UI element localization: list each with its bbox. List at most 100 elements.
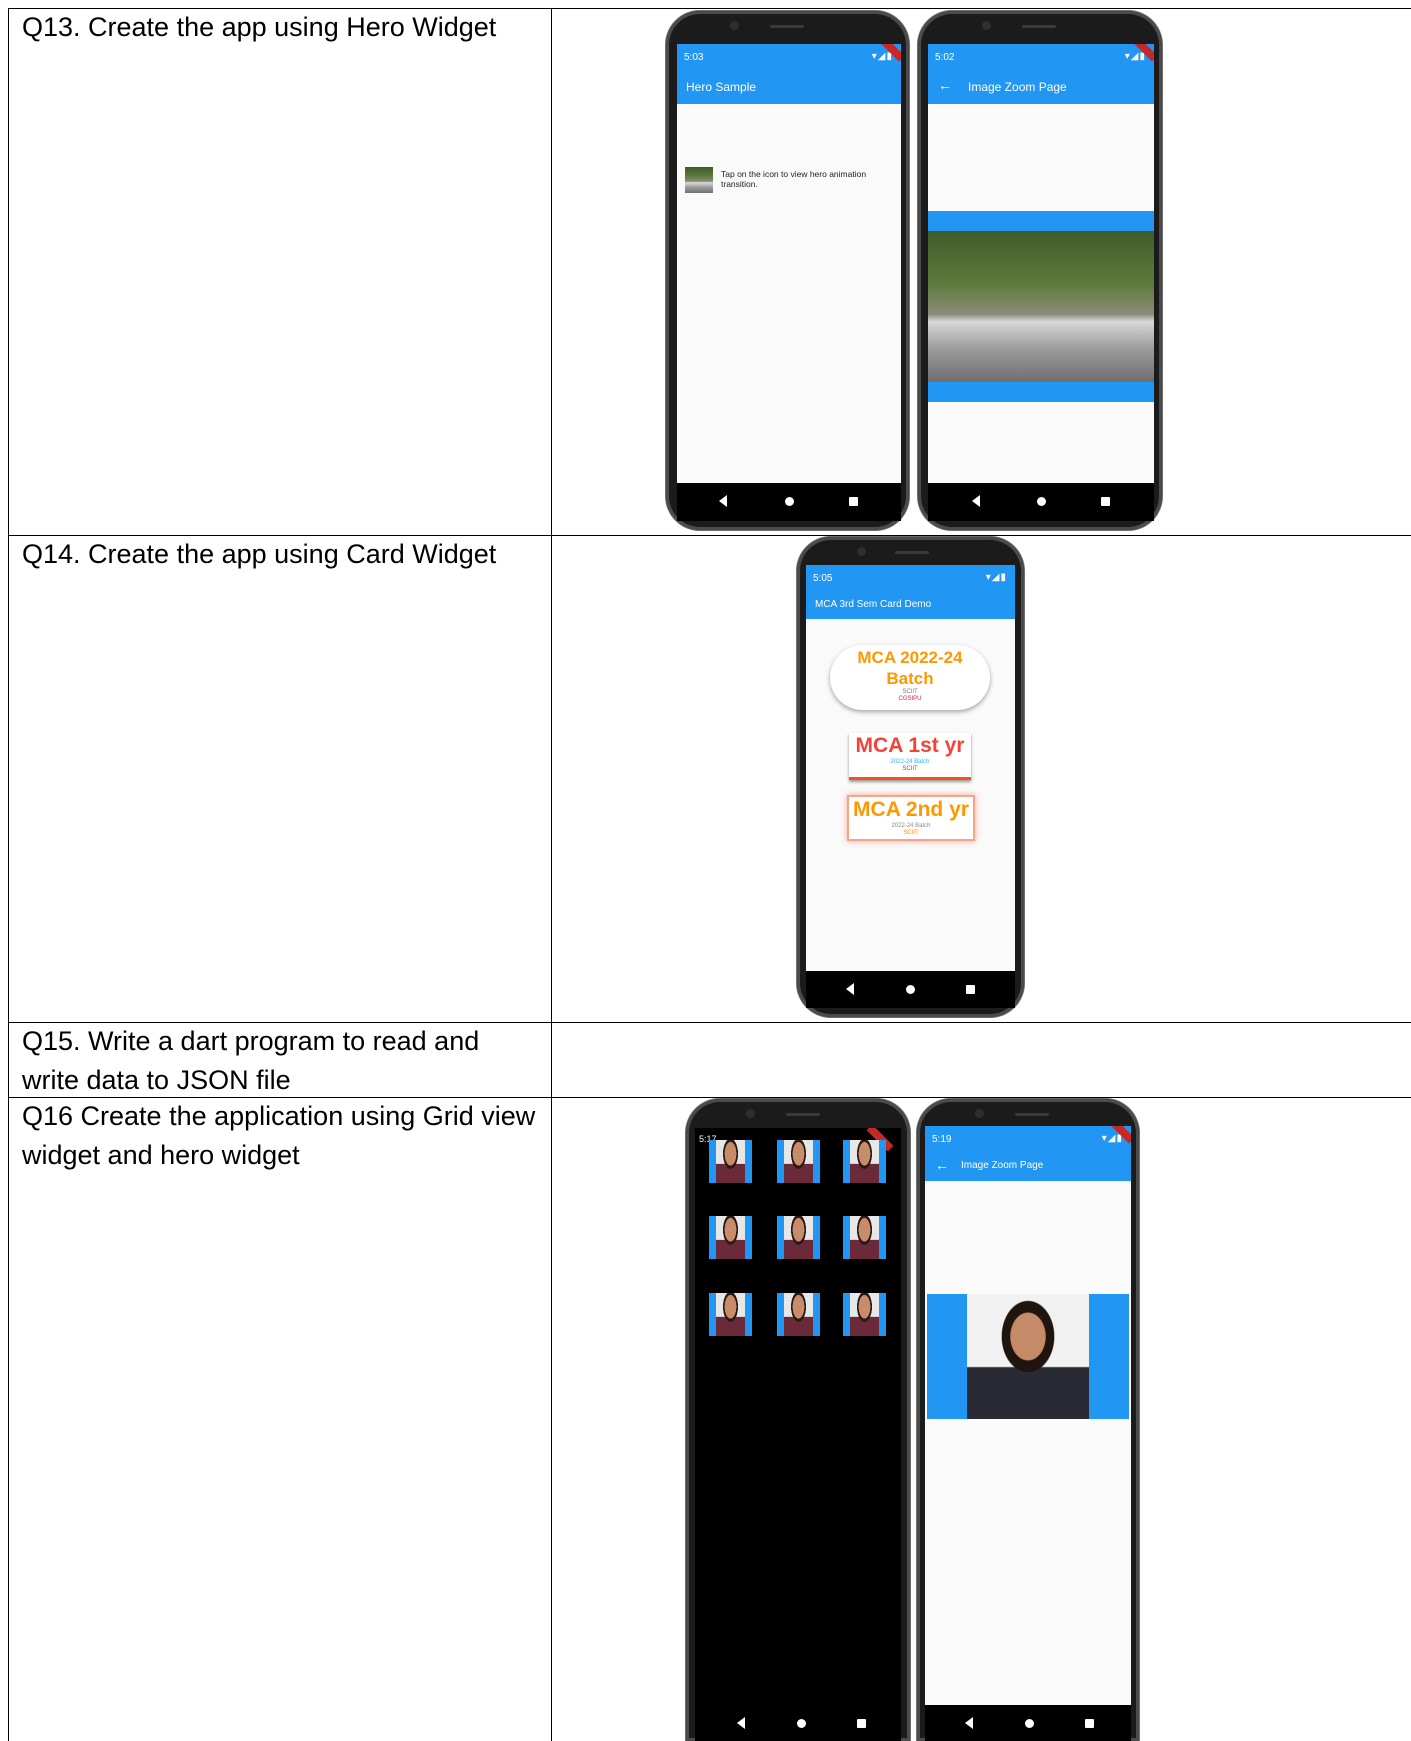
nav-home-icon[interactable]: [797, 1719, 806, 1728]
grid-photo-tile[interactable]: [777, 1140, 820, 1183]
app-bar: MCA 3rd Sem Card Demo: [806, 590, 1015, 619]
nav-recent-icon[interactable]: [849, 497, 858, 506]
signal-icon: ▾◢▮: [985, 572, 1007, 583]
question-q13: Q13. Create the app using Hero Widget: [22, 12, 497, 42]
speaker-grille: [895, 551, 929, 554]
grid-photo-tile[interactable]: [777, 1216, 820, 1259]
status-bar: 5:05 ▾◢▮: [806, 565, 1015, 590]
nav-home-icon[interactable]: [1025, 1719, 1034, 1728]
status-bar: 5:03 ▾◢▮: [677, 44, 901, 69]
app-bar-title: MCA 3rd Sem Card Demo: [815, 599, 932, 610]
grid-photo-tile[interactable]: [709, 1216, 752, 1259]
nav-back-icon[interactable]: [719, 495, 727, 507]
card-first-year-sub1: 2022-24 Batch: [890, 759, 930, 765]
card-second-year-sub2: SCIIT: [903, 830, 919, 836]
faculty-photo: [784, 1216, 813, 1259]
card-batch-title-line2: Batch: [886, 669, 934, 688]
phone-hero-sample: 5:03 ▾◢▮ Hero Sample Tap on the icon to …: [666, 11, 909, 530]
nav-bar: [928, 483, 1154, 521]
app-bar: ← Image Zoom Page: [928, 69, 1154, 104]
nav-recent-icon[interactable]: [966, 985, 975, 994]
nav-bar: [695, 1705, 901, 1741]
group-photo-image: [928, 231, 1154, 382]
card-second-year[interactable]: MCA 2nd yr 2022-24 Batch SCIIT: [847, 795, 975, 841]
faculty-photo: [716, 1140, 745, 1183]
back-arrow-icon[interactable]: ←: [935, 1157, 949, 1173]
grid-photo-tile[interactable]: [709, 1293, 752, 1336]
app-bar-title: Image Zoom Page: [961, 1160, 1044, 1171]
nav-bar: [925, 1705, 1131, 1741]
nav-home-icon[interactable]: [785, 497, 794, 506]
nav-recent-icon[interactable]: [1101, 497, 1110, 506]
faculty-photo-large: [967, 1294, 1089, 1419]
status-bar: 5:19 ▾◢▮: [925, 1126, 1131, 1151]
camera-icon: [857, 547, 866, 556]
phone-screen: 5:02 ▾◢▮ ← Image Zoom Page: [928, 44, 1154, 521]
card-batch-sub2: CGSIPU: [898, 696, 922, 702]
grid-photo-tile[interactable]: [843, 1140, 886, 1183]
grid-photo-tile[interactable]: [709, 1140, 752, 1183]
speaker-grille: [786, 1113, 820, 1116]
nav-back-icon[interactable]: [965, 1717, 973, 1729]
phone-screen: 5:17: [695, 1128, 901, 1741]
faculty-photo: [850, 1216, 879, 1259]
grid-photo-tile[interactable]: [843, 1293, 886, 1336]
faculty-photo: [784, 1293, 813, 1336]
card-batch-sub1: SCIIT: [902, 689, 918, 695]
question-q15: Q15. Write a dart program to read and wr…: [22, 1026, 480, 1095]
question-q16: Q16 Create the application using Grid vi…: [22, 1101, 536, 1170]
card-first-year[interactable]: MCA 1st yr 2022-24 Batch SCIIT: [849, 733, 971, 780]
nav-home-icon[interactable]: [906, 985, 915, 994]
phone-image-zoom-2: 5:19 ▾◢▮ ← Image Zoom Page: [917, 1099, 1139, 1741]
grid-photo-tile[interactable]: [843, 1216, 886, 1259]
grid-photo-tile[interactable]: [777, 1293, 820, 1336]
hero-zoom-container[interactable]: [928, 211, 1154, 402]
question-q14: Q14. Create the app using Card Widget: [22, 539, 497, 569]
nav-recent-icon[interactable]: [857, 1719, 866, 1728]
speaker-grille: [1015, 1113, 1049, 1116]
phone-card-demo: 5:05 ▾◢▮ MCA 3rd Sem Card Demo MCA 2022-…: [797, 537, 1024, 1017]
status-time: 5:02: [935, 52, 955, 63]
card-first-year-sub2: SCIIT: [902, 766, 918, 772]
card-batch-title-line1: MCA 2022-24: [857, 648, 963, 667]
camera-icon: [982, 21, 991, 30]
nav-home-icon[interactable]: [1037, 497, 1046, 506]
phone-screen: 5:03 ▾◢▮ Hero Sample Tap on the icon to …: [677, 44, 901, 521]
table-column-divider: [551, 8, 552, 1741]
camera-icon: [975, 1109, 984, 1118]
status-time: 5:05: [813, 573, 833, 584]
card-first-year-title: MCA 1st yr: [855, 734, 965, 757]
hero-thumbnail-image[interactable]: [685, 167, 713, 193]
list-tile-text: Tap on the icon to view hero animation t…: [721, 169, 867, 189]
nav-back-icon[interactable]: [972, 495, 980, 507]
phone-image-zoom: 5:02 ▾◢▮ ← Image Zoom Page: [918, 11, 1162, 530]
phone-screen: 5:19 ▾◢▮ ← Image Zoom Page: [925, 1126, 1131, 1741]
status-time: 5:03: [684, 52, 704, 63]
status-time: 5:19: [932, 1134, 952, 1145]
app-bar: ← Image Zoom Page: [925, 1151, 1131, 1181]
speaker-grille: [1022, 25, 1056, 28]
faculty-photo: [716, 1293, 745, 1336]
app-bar-title: Image Zoom Page: [968, 80, 1067, 94]
app-bar-title: Hero Sample: [686, 80, 757, 94]
camera-icon: [730, 21, 739, 30]
faculty-photo: [716, 1216, 745, 1259]
nav-recent-icon[interactable]: [1085, 1719, 1094, 1728]
table-border-left: [8, 8, 9, 1741]
nav-back-icon[interactable]: [846, 983, 854, 995]
card-second-year-sub1: 2022-24 Batch: [891, 823, 931, 829]
status-bar: 5:02 ▾◢▮: [928, 44, 1154, 69]
card-batch[interactable]: MCA 2022-24 Batch SCIIT CGSIPU: [830, 645, 990, 710]
hero-zoom-container[interactable]: [927, 1294, 1129, 1419]
faculty-photo: [784, 1140, 813, 1183]
nav-bar: [806, 971, 1015, 1008]
back-arrow-icon[interactable]: ←: [938, 77, 952, 93]
card-second-year-title: MCA 2nd yr: [853, 798, 969, 821]
nav-bar: [677, 483, 901, 521]
camera-icon: [746, 1109, 755, 1118]
phone-grid-view: 5:17: [686, 1099, 910, 1741]
speaker-grille: [770, 25, 804, 28]
phone-screen: 5:05 ▾◢▮ MCA 3rd Sem Card Demo MCA 2022-…: [806, 565, 1015, 1008]
nav-back-icon[interactable]: [737, 1717, 745, 1729]
faculty-photo: [850, 1140, 879, 1183]
